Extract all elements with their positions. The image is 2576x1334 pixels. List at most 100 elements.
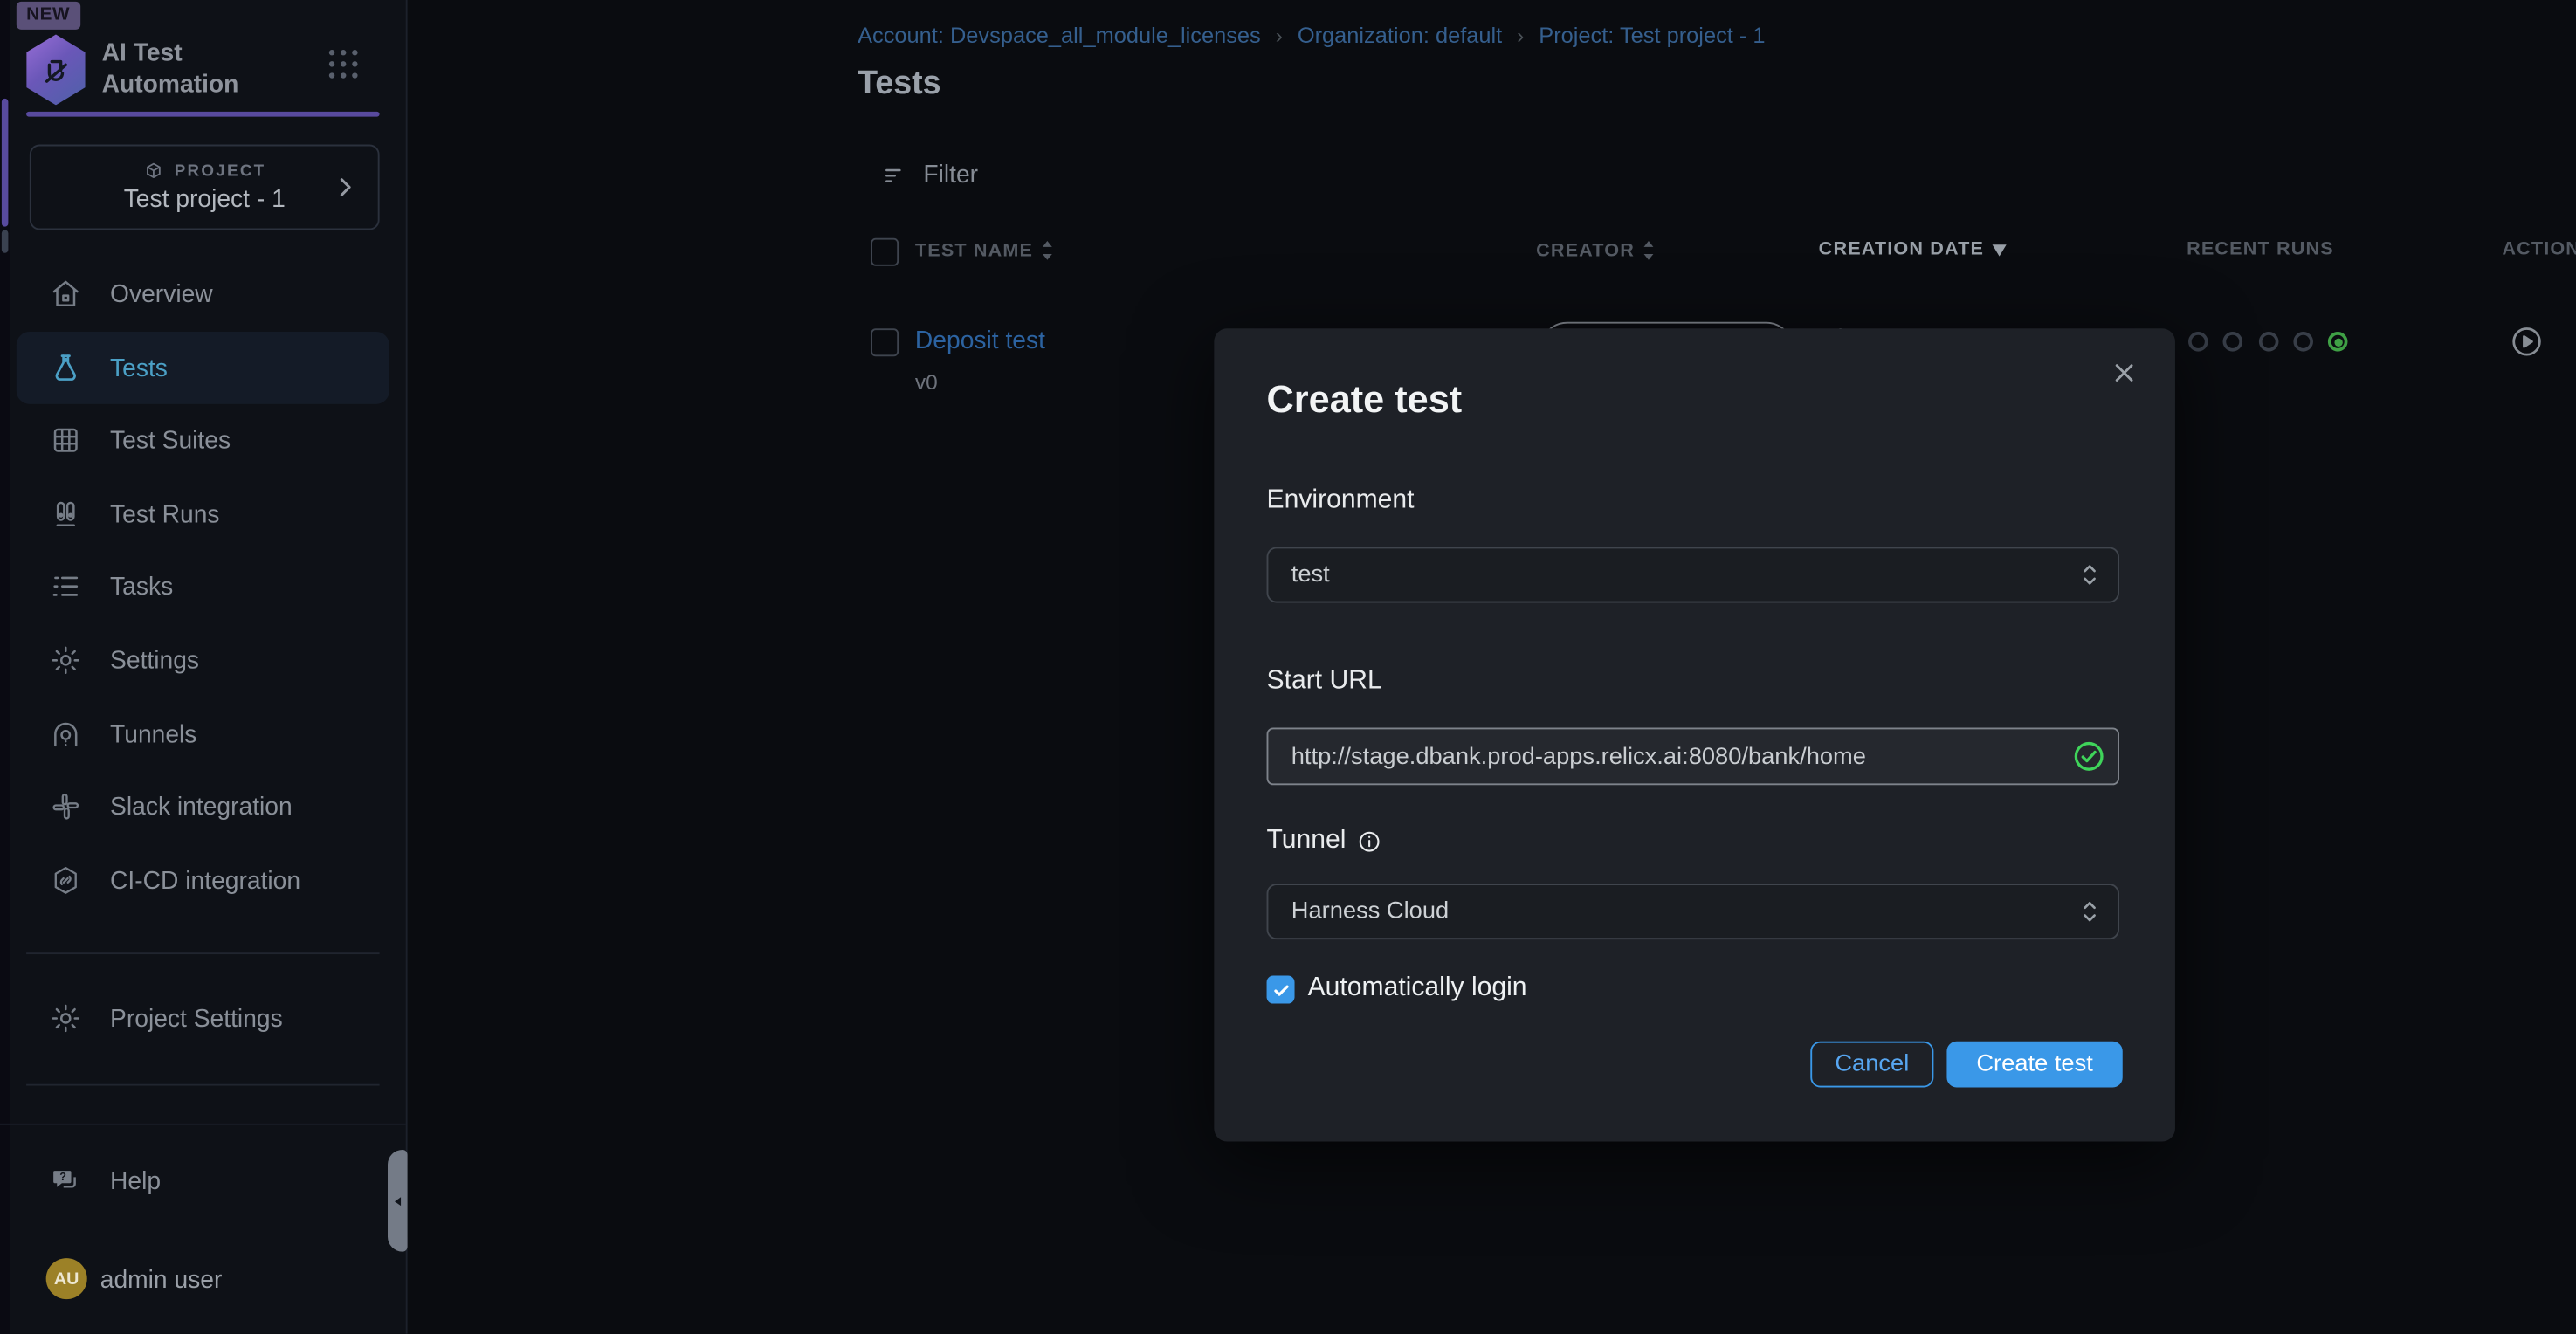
- sidebar-item-label: Slack integration: [110, 793, 293, 821]
- sidebar-footer-divider: [0, 1124, 406, 1125]
- slack-icon: [49, 790, 82, 823]
- sidebar-item-tasks[interactable]: Tasks: [17, 550, 389, 622]
- sidebar-divider: [26, 952, 379, 954]
- cicd-link-icon: [49, 864, 82, 897]
- main-content: Account: Devspace_all_module_licenses › …: [406, 0, 2576, 1334]
- sidebar-divider: [26, 1084, 379, 1086]
- row-checkbox[interactable]: [871, 328, 899, 356]
- column-header-actions[interactable]: ACTIONS: [2502, 240, 2576, 260]
- module-rail: [0, 0, 10, 1334]
- grid-icon: [49, 423, 82, 457]
- sidebar-item-test-runs[interactable]: Test Runs: [17, 478, 389, 550]
- auto-login-checkbox[interactable]: [1267, 976, 1295, 1004]
- column-header-creator[interactable]: CREATOR: [1536, 240, 1656, 261]
- modal-create-test-button[interactable]: Create test: [1946, 1042, 2122, 1088]
- tunnel-label-text: Tunnel: [1267, 826, 1347, 856]
- column-header-creation-date[interactable]: CREATION DATE: [1819, 240, 2008, 260]
- cube-icon: [143, 161, 164, 182]
- environment-select[interactable]: test: [1267, 547, 2119, 602]
- product-title-line1: AI Test: [102, 38, 239, 69]
- modal-title: Create test: [1267, 378, 1463, 423]
- breadcrumb-organization[interactable]: Organization: default: [1298, 23, 1502, 47]
- test-name-link[interactable]: Deposit test: [915, 327, 1045, 354]
- cancel-button[interactable]: Cancel: [1810, 1042, 1933, 1088]
- column-label: ACTIONS: [2502, 240, 2576, 260]
- product-title: AI Test Automation: [102, 38, 239, 100]
- close-icon[interactable]: [2110, 358, 2139, 388]
- create-test-modal: Create test Environment test Start URL T…: [1214, 328, 2175, 1141]
- sidebar-item-settings[interactable]: Settings: [17, 624, 389, 697]
- sidebar: NEW AI Test Automation: [0, 0, 408, 1334]
- breadcrumb: Account: Devspace_all_module_licenses › …: [858, 23, 1765, 47]
- column-label: RECENT RUNS: [2187, 240, 2334, 260]
- run-status-dot[interactable]: [2188, 332, 2208, 352]
- sidebar-item-label: Test Suites: [110, 426, 231, 454]
- select-all-checkbox[interactable]: [871, 238, 899, 266]
- info-icon[interactable]: [1358, 829, 1382, 853]
- gear-icon: [49, 643, 82, 677]
- run-test-icon[interactable]: [2509, 324, 2545, 360]
- sidebar-item-label: CI-CD integration: [110, 866, 300, 894]
- rail-indicator-purple: [2, 99, 9, 227]
- test-version: v0: [915, 369, 938, 394]
- user-name[interactable]: admin user: [100, 1267, 223, 1295]
- environment-value: test: [1291, 561, 1330, 588]
- chevron-right-icon: [332, 174, 358, 200]
- sort-arrows-icon: [1641, 240, 1656, 261]
- home-icon: [49, 278, 82, 311]
- run-status-dot[interactable]: [2223, 332, 2243, 352]
- breadcrumb-account[interactable]: Account: Devspace_all_module_licenses: [858, 23, 1261, 47]
- run-status-dot[interactable]: [2293, 332, 2313, 352]
- tunnel-select[interactable]: Harness Cloud: [1267, 884, 2119, 939]
- breadcrumb-separator: ›: [1276, 23, 1283, 47]
- product-logo-icon: [24, 35, 86, 106]
- sidebar-item-help[interactable]: ? Help: [17, 1145, 389, 1217]
- project-kicker-label: PROJECT: [175, 162, 266, 181]
- sidebar-collapse-handle[interactable]: [388, 1150, 408, 1252]
- tunnel-value: Harness Cloud: [1291, 898, 1449, 925]
- product-title-line2: Automation: [102, 69, 239, 100]
- test-runs-icon: [49, 498, 82, 531]
- sidebar-item-overview[interactable]: Overview: [17, 258, 389, 330]
- sidebar-item-test-suites[interactable]: Test Suites: [17, 404, 389, 477]
- sidebar-item-project-settings[interactable]: Project Settings: [17, 982, 389, 1055]
- column-header-recent-runs[interactable]: RECENT RUNS: [2187, 240, 2334, 260]
- flask-icon: [49, 352, 82, 385]
- sidebar-item-slack-integration[interactable]: Slack integration: [17, 770, 389, 842]
- sidebar-item-tunnels[interactable]: Tunnels: [17, 698, 389, 771]
- app-window: NEW AI Test Automation: [0, 0, 2576, 1334]
- filter-icon: [882, 162, 908, 188]
- project-selector[interactable]: PROJECT Test project - 1: [30, 145, 380, 230]
- sidebar-item-label: Tunnels: [110, 720, 196, 748]
- start-url-input[interactable]: [1267, 727, 2119, 785]
- tunnel-label: Tunnel: [1267, 826, 1382, 856]
- sidebar-item-cicd-integration[interactable]: CI-CD integration: [17, 844, 389, 917]
- app-launcher-icon[interactable]: [324, 45, 363, 84]
- project-name: Test project - 1: [31, 186, 378, 214]
- sidebar-item-label: Tests: [110, 354, 168, 382]
- sort-desc-icon: [1991, 243, 2008, 258]
- user-avatar[interactable]: AU: [46, 1258, 87, 1299]
- column-label: CREATION DATE: [1819, 240, 1984, 260]
- column-label: TEST NAME: [915, 241, 1033, 261]
- run-status-dot[interactable]: [2259, 332, 2279, 352]
- list-icon: [49, 570, 82, 603]
- select-chevrons-icon: [2078, 897, 2101, 926]
- gear-icon: [49, 1002, 82, 1035]
- sidebar-item-tests[interactable]: Tests: [17, 332, 389, 404]
- sidebar-item-label: Test Runs: [110, 500, 219, 528]
- help-chat-icon: ?: [49, 1165, 82, 1198]
- breadcrumb-separator: ›: [1517, 23, 1524, 47]
- column-label: CREATOR: [1536, 241, 1635, 261]
- auto-login-label[interactable]: Automatically login: [1308, 974, 1527, 1004]
- breadcrumb-project[interactable]: Project: Test project - 1: [1539, 23, 1765, 47]
- filter-button[interactable]: Filter: [882, 161, 978, 189]
- run-status-dot-passed[interactable]: [2328, 332, 2348, 352]
- brand-accent-divider: [26, 112, 379, 117]
- select-chevrons-icon: [2078, 560, 2101, 590]
- sidebar-item-label: Help: [110, 1167, 161, 1195]
- column-header-test-name[interactable]: TEST NAME: [915, 240, 1055, 261]
- sidebar-item-label: Tasks: [110, 573, 173, 601]
- start-url-label: Start URL: [1267, 667, 1382, 697]
- sidebar-item-label: Overview: [110, 280, 213, 308]
